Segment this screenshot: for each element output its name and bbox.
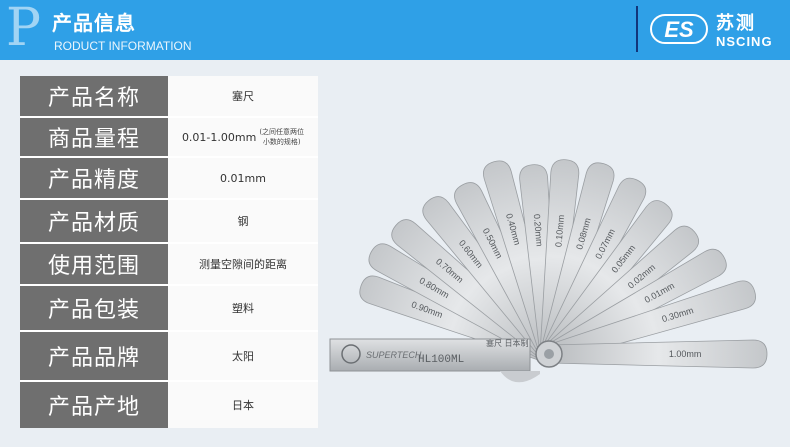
- brand-logo-text: ES: [664, 17, 694, 42]
- gauge-blades: 0.90mm0.80mm0.70mm0.60mm0.50mm 0.40mm 0.20…: [359, 159, 768, 369]
- spec-row-range: 商品量程 0.01-1.00mm (之间任意两位 小数的规格): [20, 118, 318, 156]
- pivot-screw-center: [544, 349, 554, 359]
- handle-cn-text: 塞尺 日本制: [486, 338, 529, 348]
- spec-label: 产品名称: [20, 76, 168, 116]
- spec-label: 商品量程: [20, 118, 168, 156]
- handle-brand-text: SUPERTECH: [366, 350, 422, 360]
- header-initial-letter: P: [6, 0, 41, 58]
- range-note: (之间任意两位 小数的规格): [259, 127, 304, 147]
- brand-logo-icon: ES: [650, 14, 708, 44]
- spec-row-brand: 产品品牌 太阳: [20, 332, 318, 380]
- spec-row-name: 产品名称 塞尺: [20, 76, 318, 116]
- spec-row-origin: 产品产地 日本: [20, 382, 318, 428]
- gauge-blade-shape: [548, 339, 768, 369]
- brand-name-cn: 苏测: [716, 13, 756, 34]
- page-subtitle: RODUCT INFORMATION: [54, 39, 192, 53]
- header-divider: [636, 6, 638, 52]
- spec-label: 使用范围: [20, 244, 168, 284]
- spec-value: 塑料: [168, 286, 318, 330]
- spec-label: 产品精度: [20, 158, 168, 198]
- spec-row-packaging: 产品包装 塑料: [20, 286, 318, 330]
- header-banner: P 产品信息 RODUCT INFORMATION ES 苏测 NSCING: [0, 0, 790, 60]
- spec-value: 太阳: [168, 332, 318, 380]
- gauge-blade-label: 1.00mm: [669, 349, 702, 359]
- spec-label: 产品材质: [20, 200, 168, 242]
- spec-label: 产品产地: [20, 382, 168, 428]
- spec-value: 测量空隙间的距离: [168, 244, 318, 284]
- brand-name-en: NSCING: [716, 34, 773, 49]
- handle-model-text: HL100ML: [418, 354, 464, 366]
- spec-value: 0.01mm: [168, 158, 318, 198]
- gauge-blade: 1.00mm: [548, 339, 768, 369]
- spec-value: 塞尺: [168, 76, 318, 116]
- spec-row-material: 产品材质 钢: [20, 200, 318, 242]
- page-title: 产品信息: [52, 11, 136, 35]
- range-note-line2: 小数的规格): [262, 138, 301, 146]
- gauge-handle: SUPERTECH HL100ML 塞尺 日本制: [329, 338, 563, 383]
- spec-label: 产品包装: [20, 286, 168, 330]
- range-note-line1: (之间任意两位: [259, 128, 305, 136]
- spec-row-precision: 产品精度 0.01mm: [20, 158, 318, 198]
- feeler-gauge-image: 0.90mm0.80mm0.70mm0.60mm0.50mm 0.40mm 0.20…: [329, 159, 768, 383]
- spec-table: 产品名称 塞尺 商品量程 0.01-1.00mm (之间任意两位 小数的规格) …: [20, 76, 318, 428]
- spec-value: 钢: [168, 200, 318, 242]
- range-wrap: 0.01-1.00mm (之间任意两位 小数的规格): [182, 127, 304, 147]
- spec-label: 产品品牌: [20, 332, 168, 380]
- range-value: 0.01-1.00mm: [181, 130, 257, 144]
- handle-notch: [500, 371, 540, 383]
- spec-value: 0.01-1.00mm (之间任意两位 小数的规格): [168, 118, 318, 156]
- spec-value: 日本: [168, 382, 318, 428]
- spec-row-usage: 使用范围 测量空隙间的距离: [20, 244, 318, 284]
